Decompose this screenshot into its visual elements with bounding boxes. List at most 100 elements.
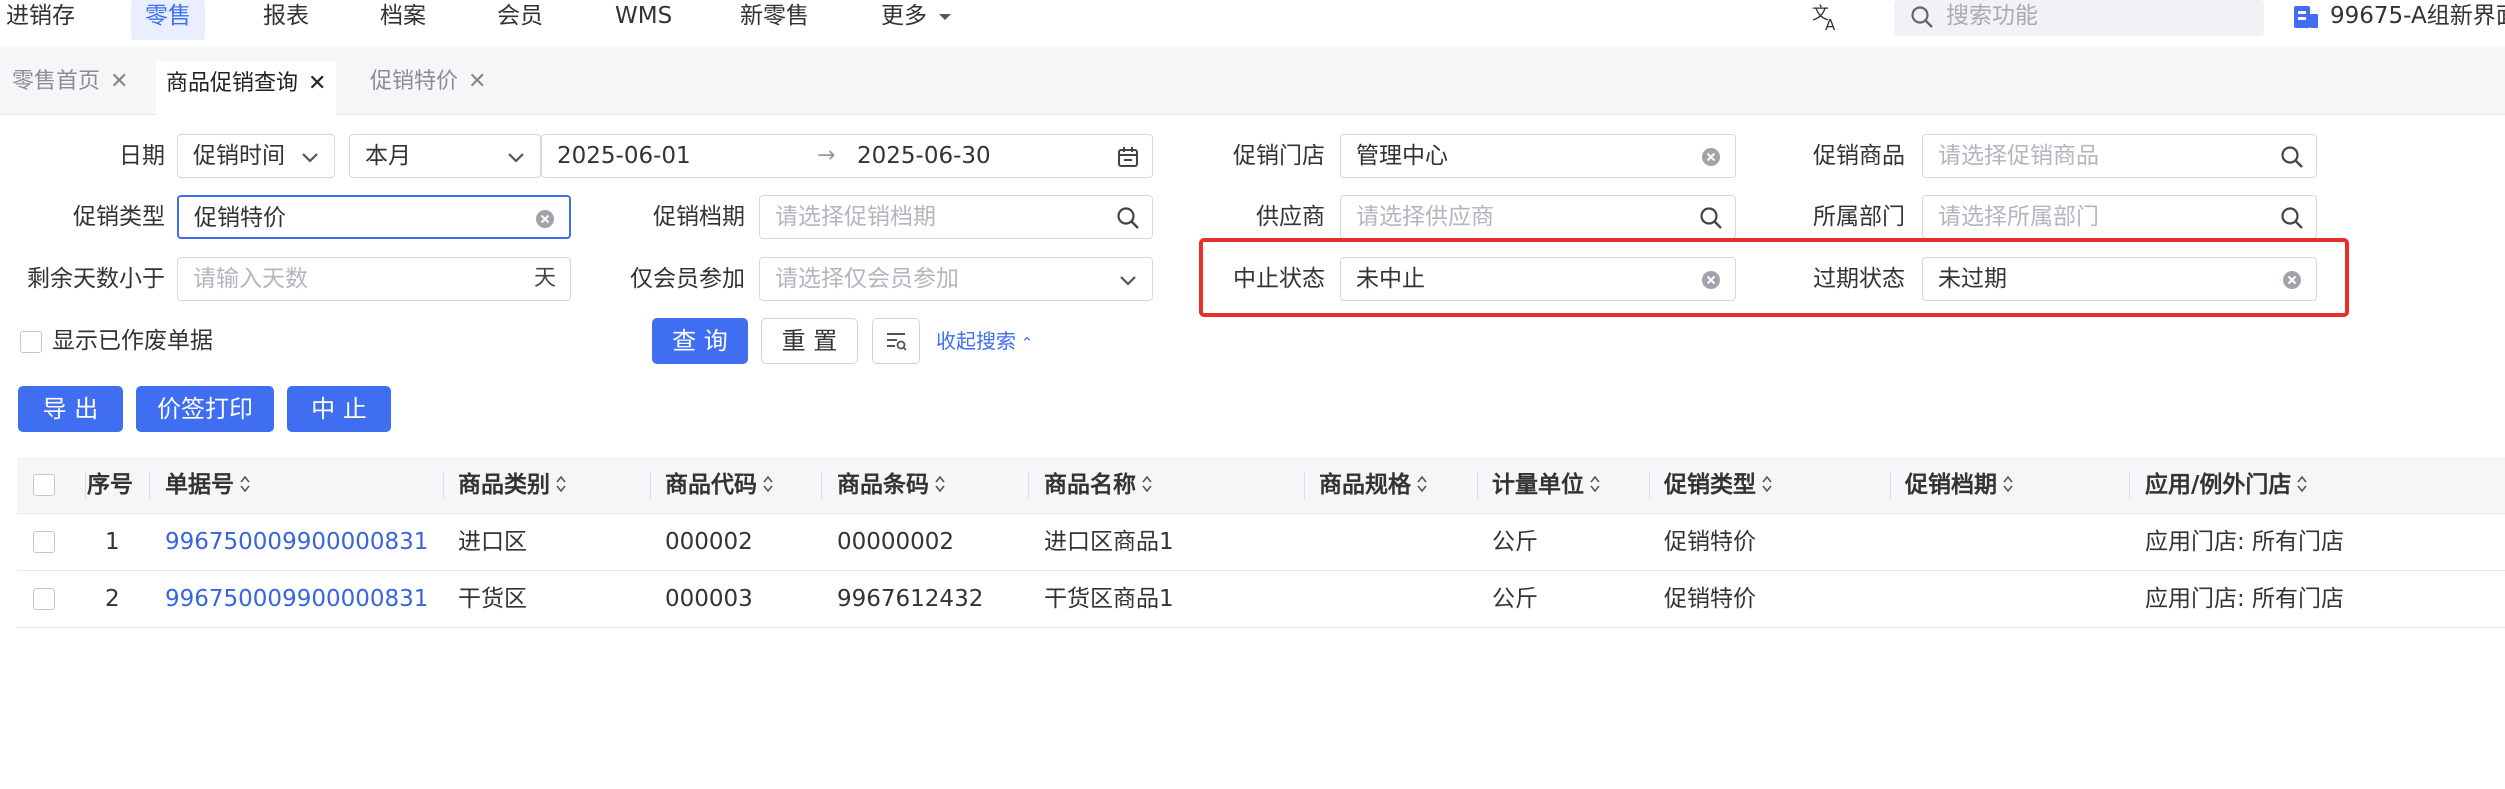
column-divider [443,471,444,499]
product-placeholder: 请选择促销商品 [1938,143,2099,169]
close-icon[interactable]: ✕ [308,71,326,96]
col-barcode[interactable]: 商品条码 [837,457,946,513]
cell-category: 干货区 [458,586,527,612]
cell-doc-no-link[interactable]: 996750009900000831 [165,571,428,627]
row-checkbox[interactable] [33,588,55,610]
tab-promo-query[interactable]: 商品促销查询 ✕ [156,61,337,115]
col-unit-label: 计量单位 [1492,472,1584,498]
sort-icon [555,458,567,514]
cell-stores: 应用门店: 所有门店 [2145,586,2345,612]
tab-retail-home[interactable]: 零售首页 ✕ [2,61,138,113]
sort-icon [1589,458,1601,514]
product-label: 促销商品 [1813,143,1905,169]
member-label: 仅会员参加 [630,266,745,292]
query-button[interactable]: 查 询 [652,318,748,364]
promo-file-select[interactable]: 请选择促销档期 [759,195,1153,239]
close-icon[interactable]: ✕ [468,69,486,94]
col-code-label: 商品代码 [665,472,757,498]
row-checkbox[interactable] [33,531,55,553]
filter-list-icon [887,333,907,351]
column-divider [2129,471,2130,499]
nav-item-new-retail[interactable]: 新零售 [740,0,809,40]
supplier-select[interactable]: 请选择供应商 [1340,195,1736,239]
col-barcode-label: 商品条码 [837,472,929,498]
cell-name: 进口区商品1 [1044,529,1174,555]
clear-icon[interactable] [1699,145,1723,169]
search-icon[interactable] [1116,206,1140,230]
sort-icon [1761,458,1773,514]
nav-item-reports[interactable]: 报表 [263,0,309,40]
column-divider [149,471,150,499]
column-divider [85,471,86,499]
dept-select[interactable]: 请选择所属部门 [1922,195,2317,239]
search-icon[interactable] [2280,206,2304,230]
col-promo-type[interactable]: 促销类型 [1664,457,1773,513]
nav-search-placeholder: 搜索功能 [1946,3,2038,29]
nav-item-archive[interactable]: 档案 [380,0,426,40]
col-promo-file-label: 促销档期 [1905,472,1997,498]
member-select[interactable]: 请选择仅会员参加 [759,257,1153,301]
col-unit[interactable]: 计量单位 [1492,457,1601,513]
export-button[interactable]: 导 出 [18,386,123,432]
days-unit: 天 [533,266,556,291]
table-row[interactable]: 1 996750009900000831 进口区 000002 00000002… [17,514,2505,571]
cell-doc-no-link[interactable]: 996750009900000831 [165,514,428,570]
promo-type-select[interactable]: 促销特价 [177,195,571,239]
column-divider [1028,471,1029,499]
chevron-down-icon [1120,276,1136,286]
chevron-down-icon [508,153,524,163]
date-type-select[interactable]: 促销时间 [177,134,335,178]
table-row[interactable]: 2 996750009900000831 干货区 000003 99676124… [17,571,2505,628]
clear-icon[interactable] [533,207,557,231]
nav-item-wms[interactable]: WMS [615,0,672,40]
col-category[interactable]: 商品类别 [458,457,567,513]
arrow-right-icon: → [817,143,836,168]
product-select[interactable]: 请选择促销商品 [1922,134,2317,178]
col-promo-file[interactable]: 促销档期 [1905,457,2014,513]
nav-item-member[interactable]: 会员 [497,0,543,40]
translate-icon[interactable]: 文 A [1811,2,1843,32]
nav-item-inventory[interactable]: 进销存 [6,0,75,40]
promo-type-value: 促销特价 [194,205,286,231]
dept-placeholder: 请选择所属部门 [1938,204,2099,230]
date-range-select[interactable]: 本月 [349,134,541,178]
cell-name: 干货区商品1 [1044,586,1174,612]
building-icon [2294,6,2318,28]
col-code[interactable]: 商品代码 [665,457,774,513]
search-icon[interactable] [1699,206,1723,230]
account-name[interactable]: 99675-A组新界面 [2330,0,2505,40]
nav-search-input[interactable]: 搜索功能 [1894,0,2264,36]
col-stores[interactable]: 应用/例外门店 [2145,457,2308,513]
nav-item-more[interactable]: 更多 [881,0,952,40]
store-select[interactable]: 管理中心 [1340,134,1736,178]
print-price-tag-button[interactable]: 价签打印 [136,386,274,432]
select-all-checkbox[interactable] [33,474,55,496]
tab-promo-special[interactable]: 促销特价 ✕ [360,61,496,113]
show-void-checkbox[interactable] [20,331,42,353]
nav-item-retail[interactable]: 零售 [131,0,205,40]
sort-icon [2002,458,2014,514]
tab-label: 促销特价 [370,69,459,94]
cell-promo-type: 促销特价 [1664,529,1756,555]
col-spec[interactable]: 商品规格 [1319,457,1428,513]
reset-button[interactable]: 重 置 [761,318,858,364]
days-input[interactable]: 请输入天数 天 [177,257,571,301]
collapse-search-link[interactable]: 收起搜索 ⌃ [936,319,1033,363]
date-range-picker[interactable]: 2025-06-01 → 2025-06-30 [541,134,1153,178]
cell-unit: 公斤 [1492,529,1538,555]
date-end[interactable]: 2025-06-30 [857,135,991,177]
col-name[interactable]: 商品名称 [1044,457,1153,513]
column-settings-button[interactable] [872,318,920,364]
nav-more-label: 更多 [881,3,927,29]
calendar-icon [1118,147,1138,167]
search-icon[interactable] [2280,145,2304,169]
stop-button[interactable]: 中 止 [287,386,391,432]
days-label: 剩余天数小于 [27,266,165,292]
cell-barcode: 00000002 [837,529,955,555]
col-doc-no[interactable]: 单据号 [165,457,251,513]
column-divider [1304,471,1305,499]
sort-icon [934,458,946,514]
date-start[interactable]: 2025-06-01 [557,135,691,177]
cell-stores: 应用门店: 所有门店 [2145,529,2345,555]
close-icon[interactable]: ✕ [110,69,128,94]
